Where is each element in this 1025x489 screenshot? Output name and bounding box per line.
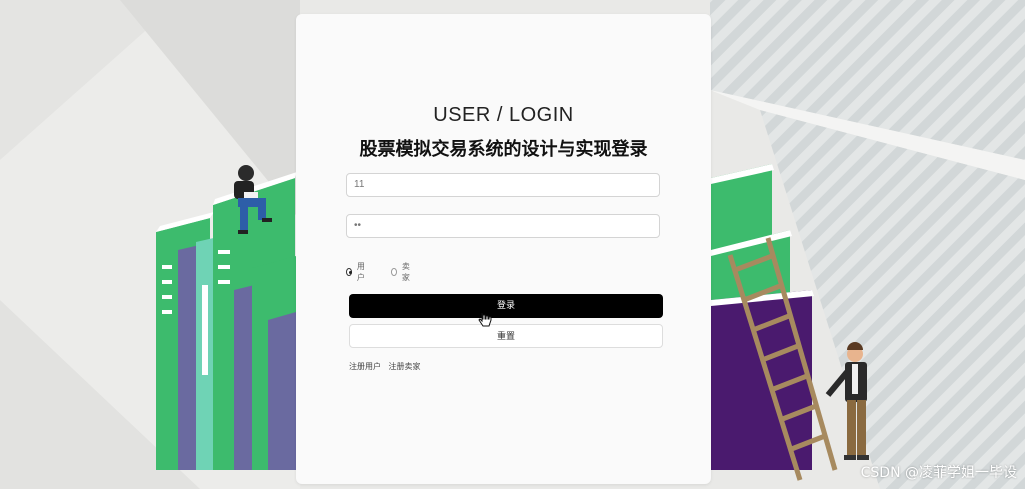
register-seller-link[interactable]: 注册卖家 — [389, 362, 421, 371]
register-user-link[interactable]: 注册用户 — [349, 362, 381, 371]
login-title-en: USER / LOGIN — [433, 104, 574, 126]
login-card: USER / LOGIN 股票模拟交易系统的设计与实现登录 11 •• 用户 卖… — [296, 14, 711, 484]
hand-cursor-icon — [478, 313, 492, 327]
role-user-label: 用户 — [356, 262, 365, 282]
login-title-cn: 股票模拟交易系统的设计与实现登录 — [359, 139, 648, 160]
radio-unchecked-icon — [391, 268, 397, 276]
password-input[interactable]: •• — [346, 214, 660, 238]
register-links: 注册用户 注册卖家 — [349, 361, 426, 372]
username-input[interactable]: 11 — [346, 173, 660, 197]
role-radio-seller[interactable]: 卖家 — [391, 261, 412, 283]
login-button[interactable]: 登录 — [349, 294, 663, 318]
watermark: CSDN @凌菲学姐一毕设 — [860, 465, 1017, 481]
reset-button[interactable]: 重置 — [349, 324, 663, 348]
role-seller-label: 卖家 — [401, 262, 410, 282]
role-radio-user[interactable]: 用户 — [346, 261, 367, 283]
radio-checked-icon — [346, 268, 352, 276]
